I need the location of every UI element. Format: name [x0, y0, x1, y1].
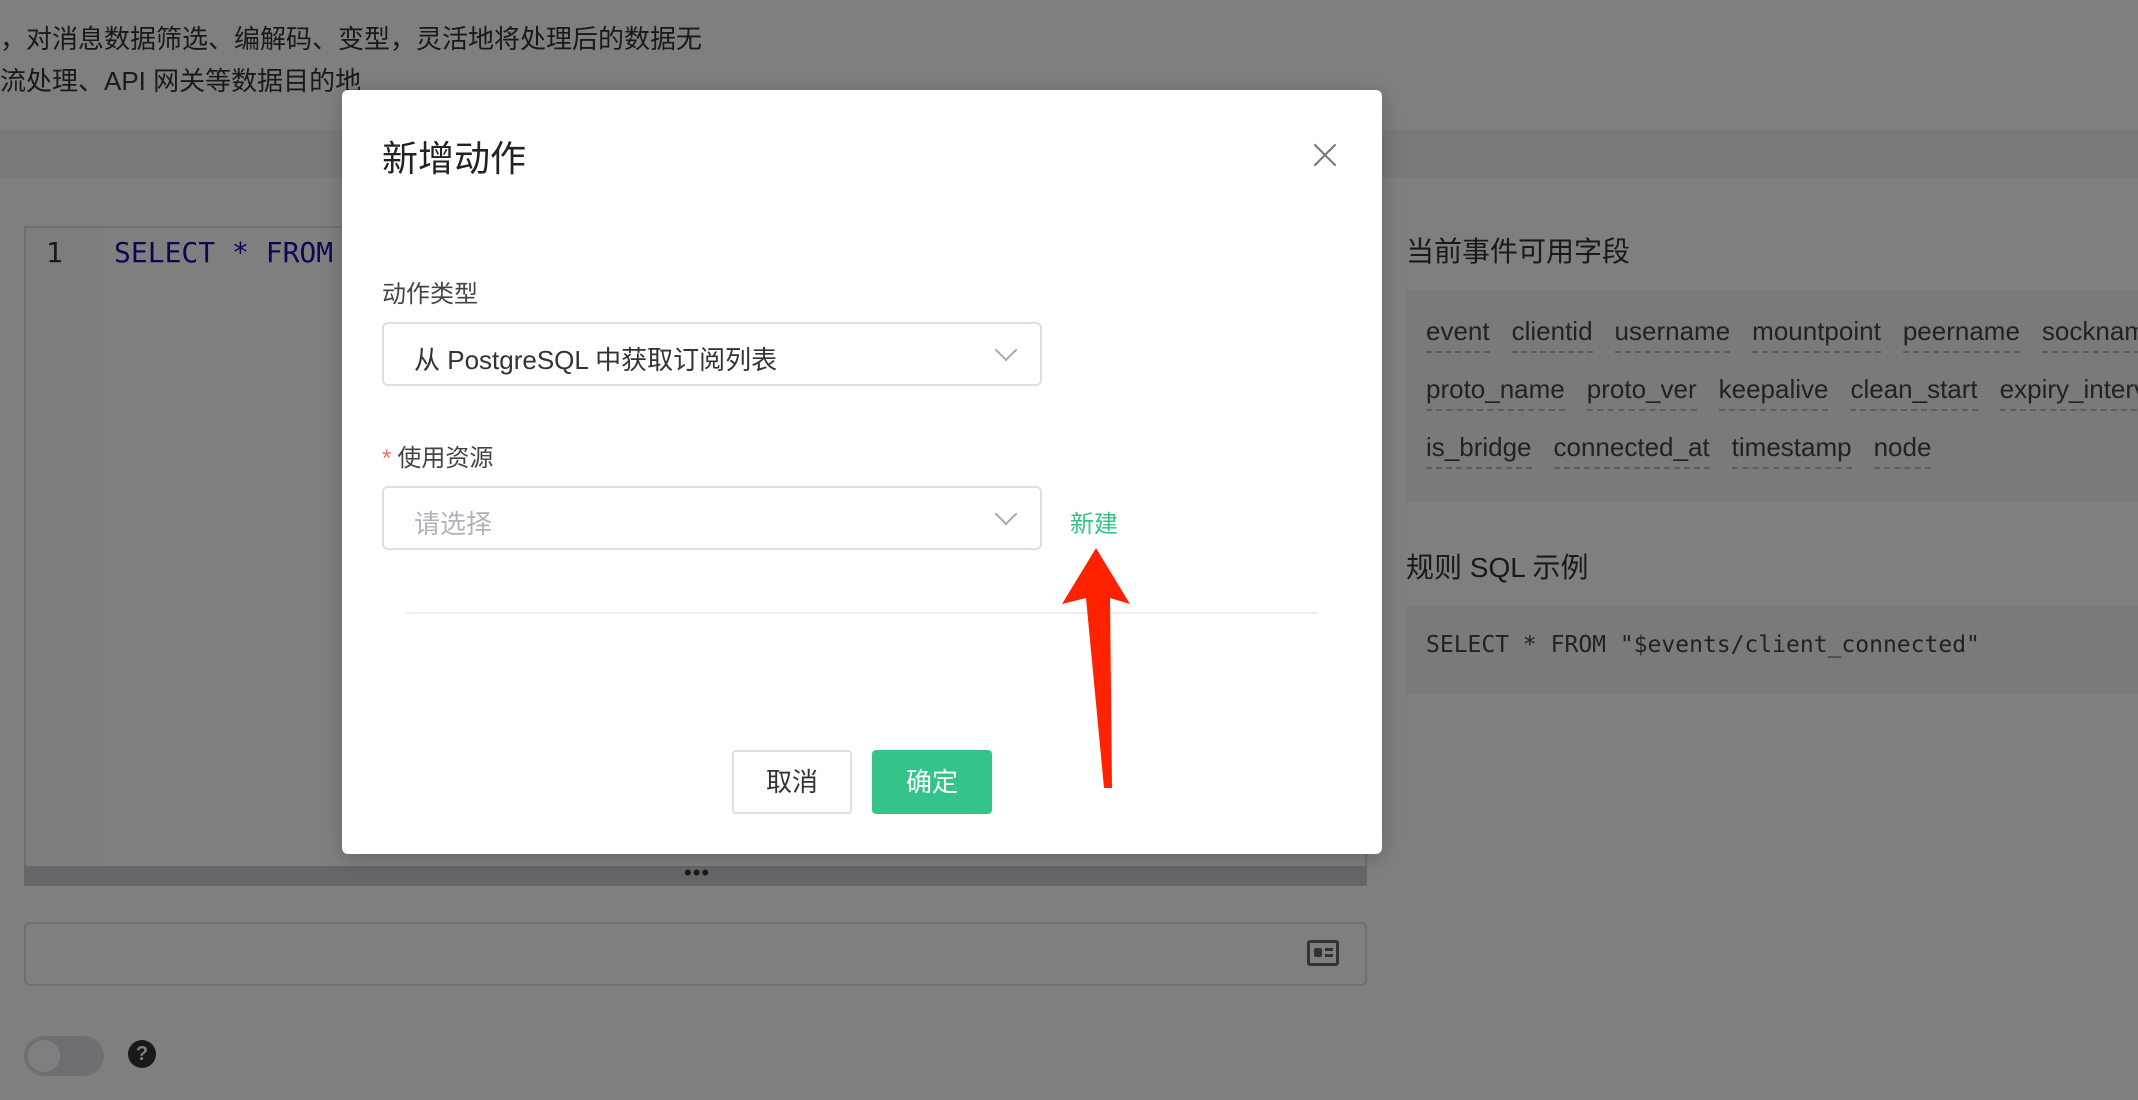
- action-type-value: 从 PostgreSQL 中获取订阅列表: [414, 345, 778, 375]
- action-type-label: 动作类型: [382, 281, 478, 308]
- new-resource-link[interactable]: 新建: [1070, 504, 1118, 539]
- resource-select[interactable]: 请选择: [382, 486, 1042, 550]
- dialog-title: 新增动作: [382, 138, 527, 179]
- add-action-dialog: 新增动作 动作类型 从 PostgreSQL 中获取订阅列表 * 使用资源 请选择…: [342, 90, 1382, 854]
- close-icon[interactable]: [1310, 140, 1340, 170]
- resource-label: * 使用资源: [382, 438, 493, 473]
- confirm-button[interactable]: 确定: [872, 750, 992, 814]
- resource-placeholder: 请选择: [414, 509, 493, 539]
- cancel-button[interactable]: 取消: [732, 750, 852, 814]
- action-type-select[interactable]: 从 PostgreSQL 中获取订阅列表: [382, 322, 1042, 386]
- chevron-down-icon: [994, 338, 1018, 362]
- dialog-divider: [406, 612, 1318, 614]
- resource-label-text: 使用资源: [397, 445, 494, 472]
- chevron-down-icon: [994, 502, 1018, 526]
- required-mark: *: [382, 445, 392, 472]
- annotation-arrow-icon: [1062, 548, 1130, 788]
